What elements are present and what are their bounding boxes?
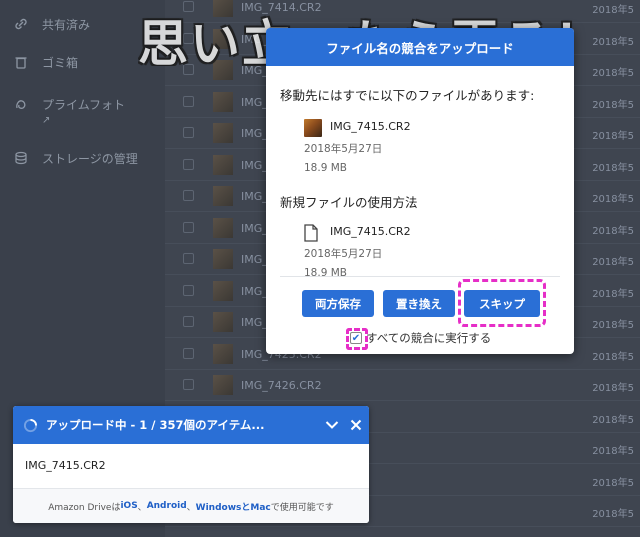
- row-file-date: 2018年5: [592, 446, 634, 457]
- row-checkbox[interactable]: [183, 379, 194, 390]
- sidebar-item-trash[interactable]: ゴミ箱: [14, 54, 78, 71]
- new-file-date: 2018年5月27日: [304, 248, 383, 260]
- upload-status: アップロード中 - 1 / 357個のアイテム...: [46, 418, 265, 432]
- prime-photos-icon: [14, 97, 28, 111]
- apply-to-all-checkbox[interactable]: ✔: [346, 328, 368, 350]
- conflict-dialog: ファイル名の競合をアップロード 移動先にはすでに以下のファイルがあります: IM…: [266, 28, 574, 354]
- row-file-date: 2018年5: [592, 414, 634, 426]
- photo-thumbnail-icon: [213, 280, 233, 301]
- ios-link[interactable]: iOS: [120, 501, 137, 511]
- uploading-file-name: IMG_7415.CR2: [25, 459, 106, 472]
- new-file-heading: 新規ファイルの使用方法: [280, 195, 418, 210]
- keep-both-button[interactable]: 両方保存: [302, 290, 374, 317]
- row-checkbox[interactable]: [183, 221, 194, 233]
- dialog-divider: [280, 276, 560, 277]
- row-file-date: 2018年5: [592, 131, 634, 142]
- sidebar-item-label: 共有済み: [42, 18, 91, 32]
- checkbox-highlight-marker: [346, 328, 368, 350]
- document-icon: [304, 224, 322, 242]
- sidebar-item-label: ストレージの管理: [42, 152, 138, 166]
- row-checkbox[interactable]: [183, 95, 194, 107]
- collapse-chevron-icon[interactable]: [321, 414, 343, 436]
- row-file-date: 2018年5: [592, 383, 634, 394]
- footer-sep-1: 、: [137, 502, 147, 513]
- photo-thumbnail-icon: [213, 249, 233, 269]
- row-checkbox[interactable]: [183, 316, 194, 327]
- photo-thumbnail-icon: [213, 312, 233, 332]
- row-checkbox[interactable]: [183, 127, 194, 138]
- sidebar-item-label: ゴミ箱: [42, 56, 79, 70]
- existing-file-size: 18.9 MB: [304, 162, 347, 174]
- dialog-title: ファイル名の競合をアップロード: [266, 28, 574, 66]
- skip-button[interactable]: スキップ: [464, 290, 540, 317]
- row-file-date: 2018年5: [592, 288, 634, 300]
- row-file-date: 2018年5: [592, 99, 634, 111]
- row-file-name: IMG_7426.CR2: [241, 379, 322, 392]
- sidebar-item-shared[interactable]: 共有済み: [14, 16, 90, 33]
- replace-button[interactable]: 置き換え: [383, 290, 455, 317]
- new-file-name: IMG_7415.CR2: [330, 225, 411, 238]
- dialog-actions: 両方保存 置き換え スキップ: [266, 279, 574, 327]
- windows-mac-link[interactable]: WindowsとMac: [196, 500, 271, 513]
- trash-icon: [14, 55, 28, 69]
- sidebar-item-label: プライムフォト: [42, 98, 126, 112]
- row-file-date: 2018年5: [592, 320, 634, 331]
- existing-file-date: 2018年5月27日: [304, 143, 383, 155]
- photo-thumbnail-icon: [213, 154, 233, 175]
- row-checkbox[interactable]: [183, 347, 194, 359]
- external-link-icon: ↗: [42, 115, 51, 126]
- row-checkbox[interactable]: [183, 284, 194, 296]
- app-availability-note: Amazon Driveは iOS 、 Android 、 WindowsとMa…: [13, 488, 369, 523]
- footer-prefix: Amazon Driveは: [48, 502, 121, 513]
- existing-heading: 移動先にはすでに以下のファイルがあります:: [280, 88, 535, 103]
- row-checkbox[interactable]: [183, 253, 194, 264]
- photo-thumbnail-icon: [304, 119, 322, 137]
- photo-thumbnail-icon: [213, 343, 233, 364]
- upload-header: アップロード中 - 1 / 357個のアイテム...: [13, 406, 369, 444]
- apply-to-all-option[interactable]: ✔ すべての競合に実行する: [346, 328, 492, 350]
- table-row[interactable]: IMG_7426.CR2 2018年5: [165, 370, 640, 401]
- photo-thumbnail-icon: [213, 123, 233, 143]
- footer-sep-2: 、: [186, 502, 196, 513]
- row-file-date: 2018年5: [592, 162, 634, 174]
- existing-file-name: IMG_7415.CR2: [330, 120, 411, 133]
- photo-thumbnail-icon: [213, 217, 233, 238]
- row-checkbox[interactable]: [183, 158, 194, 170]
- upload-panel: アップロード中 - 1 / 357個のアイテム... IMG_7415.CR2 …: [13, 406, 369, 523]
- link-icon: [14, 17, 28, 31]
- existing-file-card: IMG_7415.CR2 2018年5月27日 18.9 MB: [290, 116, 560, 186]
- apply-to-all-label: すべての競合に実行する: [366, 331, 492, 345]
- sidebar-item-prime-photos[interactable]: プライムフォト ↗: [14, 96, 125, 126]
- row-file-date: 2018年5: [592, 477, 634, 489]
- photo-thumbnail-icon: [213, 91, 233, 112]
- storage-icon: [14, 151, 28, 165]
- row-file-date: 2018年5: [592, 351, 634, 363]
- photo-thumbnail-icon: [213, 186, 233, 206]
- android-link[interactable]: Android: [147, 501, 187, 511]
- row-file-date: 2018年5: [592, 194, 634, 205]
- row-file-date: 2018年5: [592, 509, 634, 520]
- close-icon[interactable]: [345, 414, 367, 436]
- row-file-date: 2018年5: [592, 225, 634, 237]
- new-file-size: 18.9 MB: [304, 267, 347, 279]
- sidebar-item-storage[interactable]: ストレージの管理: [14, 150, 138, 167]
- row-file-date: 2018年5: [592, 257, 634, 268]
- footer-suffix: で使用可能です: [270, 502, 334, 513]
- row-checkbox[interactable]: [183, 190, 194, 201]
- new-file-card: IMG_7415.CR2 2018年5月27日 18.9 MB: [290, 221, 560, 291]
- row-file-date: 2018年5: [592, 68, 634, 79]
- photo-thumbnail-icon: [213, 375, 233, 395]
- spinner-icon: [23, 418, 38, 433]
